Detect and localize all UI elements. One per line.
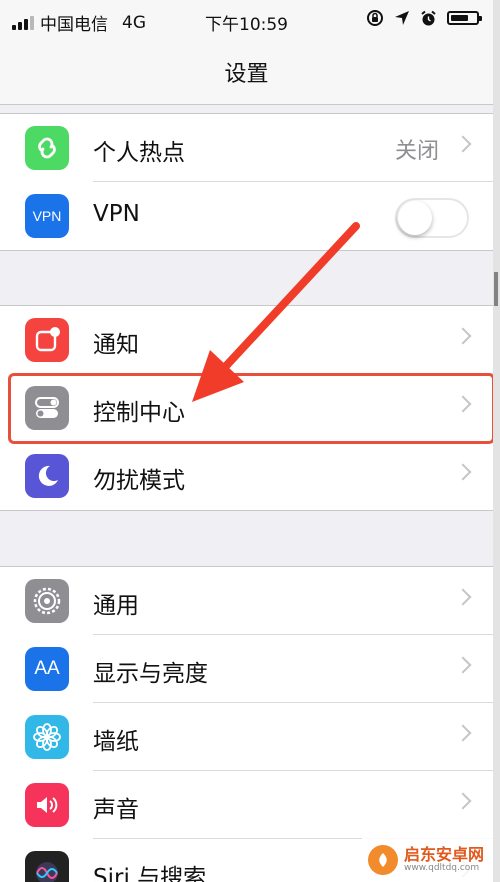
location-icon: [395, 11, 409, 25]
vpn-label: VPN: [93, 201, 140, 227]
battery-icon: [447, 11, 482, 25]
settings-row-control-center[interactable]: 控制中心: [0, 374, 493, 442]
chevron-right-icon: [454, 588, 472, 606]
watermark: 启东安卓网 www.qdltdq.com: [362, 838, 493, 882]
siri-search-label: Siri 与搜索: [93, 865, 207, 882]
wallpaper-label: 墙纸: [93, 729, 139, 755]
settings-screen: 中国电信 4G 下午10:59 设置 个人热点 关闭 VPN VPN 通知 控制…: [0, 0, 493, 882]
display-icon-text: AA: [34, 658, 60, 679]
chevron-right-icon: [454, 135, 472, 153]
background-edge: [493, 0, 500, 882]
vpn-toggle-knob: [398, 201, 432, 235]
watermark-name: 启东安卓网: [404, 844, 485, 864]
wallpaper-icon: [25, 715, 69, 759]
settings-row-general[interactable]: 通用: [0, 567, 493, 635]
settings-row-display-brightness[interactable]: AA 显示与亮度: [0, 635, 493, 703]
hotspot-icon: [25, 126, 69, 170]
page-title: 设置: [224, 62, 269, 87]
chevron-right-icon: [454, 463, 472, 481]
chevron-right-icon: [454, 724, 472, 742]
navigation-bar: 设置: [0, 42, 493, 105]
watermark-text: 启东安卓网 www.qdltdq.com: [404, 844, 485, 873]
siri-icon: [25, 851, 69, 882]
rotation-lock-icon: [367, 10, 383, 26]
vpn-icon: VPN: [25, 194, 69, 238]
watermark-url: www.qdltdq.com: [404, 862, 480, 873]
settings-group-connectivity: 个人热点 关闭 VPN VPN: [0, 113, 493, 251]
control-center-label: 控制中心: [93, 400, 185, 426]
vpn-icon-text: VPN: [32, 208, 62, 224]
settings-group-general: 通用 AA 显示与亮度 墙纸 声音 Siri 与搜索: [0, 566, 493, 882]
settings-row-do-not-disturb[interactable]: 勿扰模式: [0, 442, 493, 510]
general-label: 通用: [93, 593, 139, 619]
alarm-icon: [421, 10, 436, 25]
watermark-logo: [368, 845, 398, 875]
personal-hotspot-value: 关闭: [394, 139, 439, 164]
display-brightness-label: 显示与亮度: [93, 661, 208, 687]
settings-row-sounds[interactable]: 声音: [0, 771, 493, 839]
settings-row-personal-hotspot[interactable]: 个人热点 关闭: [0, 114, 493, 182]
personal-hotspot-label: 个人热点: [93, 140, 185, 166]
control-center-icon: [25, 386, 69, 430]
sounds-label: 声音: [93, 797, 139, 823]
notifications-label: 通知: [93, 332, 139, 358]
settings-row-notifications[interactable]: 通知: [0, 306, 493, 374]
settings-group-notifications: 通知 控制中心 勿扰模式: [0, 305, 493, 511]
settings-row-wallpaper[interactable]: 墙纸: [0, 703, 493, 771]
settings-row-vpn[interactable]: VPN VPN: [0, 182, 493, 250]
chevron-right-icon: [454, 327, 472, 345]
status-bar: 中国电信 4G 下午10:59: [0, 0, 493, 42]
chevron-right-icon: [454, 792, 472, 810]
battery-level: [451, 15, 468, 21]
notification-icon: [25, 318, 69, 362]
gear-icon: [25, 579, 69, 623]
status-right: [366, 9, 482, 27]
vpn-toggle[interactable]: [395, 198, 469, 238]
display-icon: AA: [25, 647, 69, 691]
moon-icon: [25, 454, 69, 498]
do-not-disturb-label: 勿扰模式: [93, 468, 185, 494]
chevron-right-icon: [454, 656, 472, 674]
sound-icon: [25, 783, 69, 827]
chevron-right-icon: [454, 395, 472, 413]
